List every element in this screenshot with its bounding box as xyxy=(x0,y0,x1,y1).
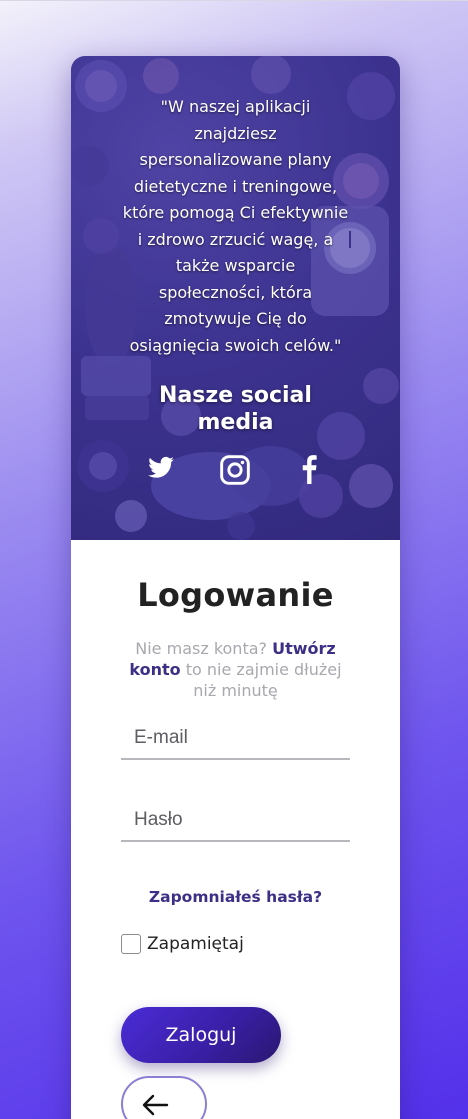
email-input[interactable] xyxy=(121,718,350,760)
hero-panel: "W naszej aplikacji znajdziesz spersonal… xyxy=(71,56,400,540)
instagram-icon[interactable] xyxy=(219,454,251,490)
facebook-icon[interactable] xyxy=(299,454,319,488)
remember-checkbox[interactable] xyxy=(121,934,141,954)
social-media-heading: Nasze social media xyxy=(159,383,312,435)
hero-quote: "W naszej aplikacji znajdziesz spersonal… xyxy=(122,97,349,355)
login-title: Logowanie xyxy=(137,576,334,614)
top-border xyxy=(0,0,468,1)
forgot-password-link[interactable]: Zapomniałeś hasła? xyxy=(71,888,400,906)
remember-me[interactable]: Zapamiętaj xyxy=(121,932,244,956)
social-icons-row xyxy=(71,454,400,490)
login-form: Logowanie Nie masz konta? Utwórz konto t… xyxy=(71,540,400,1119)
signup-suffix: to nie zajmie dłużej niż minutę xyxy=(185,660,342,700)
signup-prefix: Nie masz konta? xyxy=(135,639,268,658)
password-input[interactable] xyxy=(121,800,350,842)
remember-label: Zapamiętaj xyxy=(147,934,244,954)
login-card: "W naszej aplikacji znajdziesz spersonal… xyxy=(71,56,400,1119)
signup-prompt: Nie masz konta? Utwórz konto to nie zajm… xyxy=(121,638,350,701)
twitter-icon[interactable] xyxy=(145,454,177,486)
back-button[interactable] xyxy=(121,1076,207,1119)
login-button[interactable]: Zaloguj xyxy=(121,1007,281,1063)
arrow-left-icon xyxy=(142,1094,169,1116)
